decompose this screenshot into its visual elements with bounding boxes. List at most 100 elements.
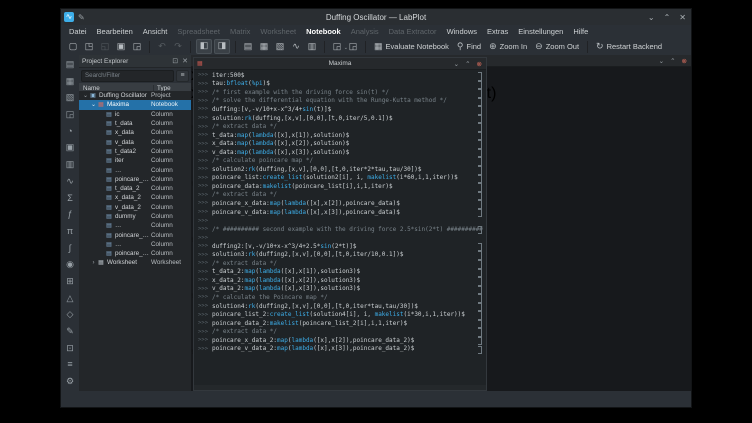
zoom-out-button[interactable]: ⊖ Zoom Out (535, 41, 579, 52)
code-line[interactable]: >>>/* first example with the driving for… (194, 88, 486, 98)
new-worksheet-icon[interactable]: ▧ (273, 40, 287, 53)
tree-expander-icon[interactable]: › (90, 260, 97, 266)
code-line[interactable]: >>>/* ########## second example with the… (194, 225, 486, 235)
datapicker-icon[interactable]: ◔ (64, 125, 77, 138)
menu-extras[interactable]: Extras (482, 27, 513, 36)
worksheet-maximize-button[interactable]: ⌃ (670, 57, 675, 65)
notebook-minimize-button[interactable]: ⌄ (454, 60, 459, 68)
settings-icon[interactable]: ⚙ (64, 375, 77, 388)
menu-notebook[interactable]: Notebook (301, 27, 346, 36)
code-line[interactable]: >>> duffing2:[v,-v/10+x-x^3/4+2.5*sin(2*t… (194, 242, 486, 252)
tree-expander-icon[interactable]: ⌄ (82, 92, 89, 99)
close-panel-icon[interactable]: ✕ (182, 57, 188, 65)
tree-item-dummy[interactable]: ▤ dummy Column (79, 212, 191, 221)
menu-windows[interactable]: Windows (442, 27, 482, 36)
curve-icon[interactable]: ∿ (64, 175, 77, 188)
box-icon[interactable]: ⊡ (64, 342, 77, 355)
code-line[interactable]: >>> poincare_v_data_2:map(lambda([x],x[3]… (194, 345, 486, 354)
maximize-button[interactable]: ⌃ (664, 13, 671, 22)
code-line[interactable]: >>>/* extract data */ (194, 122, 486, 132)
code-line[interactable]: >>>/* extract data */ (194, 327, 486, 337)
triangle-icon[interactable]: △ (64, 292, 77, 305)
tree-item-v-data[interactable]: ▤ v_data Column (79, 137, 191, 146)
notebook-icon[interactable]: ◲ (64, 108, 77, 121)
new-project-icon[interactable]: ▢ (66, 40, 80, 53)
code-line[interactable]: >>> x_data_2:map(lambda([x],x[2]),solutio… (194, 276, 486, 286)
new-spreadsheet-icon[interactable]: ▤ (241, 40, 255, 53)
find-button[interactable]: ⚲ Find (457, 41, 481, 52)
tree-item-t-data[interactable]: ▤ t_data Column (79, 119, 191, 128)
search-input[interactable] (81, 69, 174, 82)
export-icon[interactable]: ◲ (130, 40, 144, 53)
tree-item-ic[interactable]: ▤ ic Column (79, 110, 191, 119)
float-panel-icon[interactable]: ⊡ (172, 57, 178, 65)
open-project-icon[interactable]: ◳ (82, 40, 96, 53)
notebook-hscrollbar-thumb[interactable] (196, 386, 270, 389)
new-note-icon[interactable]: ▥ (305, 40, 319, 53)
tree-expander-icon[interactable]: ⌄ (90, 101, 97, 108)
notebook-close-button[interactable]: ⊗ (477, 60, 482, 68)
worksheet-icon[interactable]: ▧ (64, 91, 77, 104)
code-line[interactable]: >>>/* calculate poincare map */ (194, 156, 486, 166)
menu-einstellungen[interactable]: Einstellungen (513, 27, 568, 36)
integral-icon[interactable]: ∫ (64, 242, 77, 255)
point-icon[interactable]: ◉ (64, 258, 77, 271)
code-line[interactable]: >>> solution4:rk(duffing2,[x,v],[0,0],[t,… (194, 302, 486, 312)
diamond-icon[interactable]: ◇ (64, 308, 77, 321)
new-plot-icon[interactable]: ∿ (289, 40, 303, 53)
code-line[interactable]: >>>/* solve the differential equation wi… (194, 97, 486, 107)
menu-datei[interactable]: Datei (64, 27, 92, 36)
folder-icon[interactable]: ▣ (64, 141, 77, 154)
tree-item-iter[interactable]: ▤ iter Column (79, 156, 191, 165)
spreadsheet-icon[interactable]: ▤ (64, 58, 77, 71)
function-icon[interactable]: ƒ (64, 208, 77, 221)
tree-item-poincare-v-data2[interactable]: ▤poincare_v_data2Column (79, 175, 191, 184)
code-line[interactable]: >>> t_data_2:map(lambda([x],x[1]),solutio… (194, 268, 486, 278)
zoom-in-button[interactable]: ⊕ Zoom In (489, 41, 527, 52)
toggle-project-explorer-icon[interactable]: ◧ (196, 39, 212, 54)
tree-item-x-data-2[interactable]: ▤ x_data_2 Column (79, 193, 191, 202)
code-line[interactable]: >>> solution2:rk(duffing,[x,v],[0,0],[t,0… (194, 165, 486, 175)
note-icon[interactable]: ▥ (64, 158, 77, 171)
evaluate-notebook-button[interactable]: ▦ Evaluate Notebook (374, 41, 449, 52)
code-line[interactable]: >>> poincare_data:makelist(poincare_list[… (194, 182, 486, 192)
code-line[interactable]: >>> (194, 233, 486, 242)
notebook-hscrollbar[interactable] (194, 385, 486, 390)
print-icon[interactable]: ▣ (114, 40, 128, 53)
tree-item-poincare-v-data[interactable]: ▤poincare_v_dataColumn (79, 230, 191, 239)
tree-item-x-data[interactable]: ▤ x_data Column (79, 128, 191, 137)
minimize-button[interactable]: ⌄ (648, 13, 655, 22)
tree-item-worksheet[interactable]: › ▦ Worksheet Worksheet (79, 258, 191, 267)
tree-item--[interactable]: ▤… Column (79, 240, 191, 249)
pi-icon[interactable]: π (64, 225, 77, 238)
tree-item-t-data-2[interactable]: ▤ t_data_2 Column (79, 184, 191, 193)
code-line[interactable]: >>> poincare_x_data:map(lambda([x],x[2]),… (194, 199, 486, 209)
list-icon[interactable]: ≡ (64, 358, 77, 371)
notebook-maximize-button[interactable]: ⌃ (465, 60, 470, 68)
sum-icon[interactable]: Σ (64, 192, 77, 205)
menu-ansicht[interactable]: Ansicht (138, 27, 173, 36)
code-line[interactable]: >>> poincare_x_data_2:map(lambda([x],x[2]… (194, 336, 486, 346)
restart-backend-button[interactable]: ↻ Restart Backend (596, 41, 662, 52)
toggle-properties-icon[interactable]: ◨ (214, 39, 230, 54)
grid-icon[interactable]: ⊞ (64, 275, 77, 288)
code-line[interactable]: >>> poincare_list:create_list(solution2[i… (194, 174, 486, 184)
notebook-icon[interactable]: ◲ (346, 40, 360, 53)
close-button[interactable]: ✕ (679, 13, 686, 22)
filter-options-button[interactable]: ≡ (176, 69, 189, 82)
tree-item--[interactable]: ▤… Column (79, 165, 191, 174)
code-line[interactable]: >>> (194, 216, 486, 225)
tree-item--[interactable]: ▤… Column (79, 221, 191, 230)
code-line[interactable]: >>> poincare_list_2:create_list(solution4… (194, 310, 486, 320)
code-line[interactable]: >>>/* calculate the Poincare map */ (194, 293, 486, 303)
code-line[interactable]: >>> v_data:map(lambda([x],x[3]),solution)… (194, 148, 486, 158)
code-line[interactable]: >>> iter:500$ (194, 71, 486, 81)
worksheet-close-button[interactable]: ⊗ (682, 57, 687, 65)
code-line[interactable]: >>> duffing:[v,-v/10+x-x^3/4+sin(t)]$ (194, 105, 486, 115)
tree-item-v-data-2[interactable]: ▤ v_data_2 Column (79, 203, 191, 212)
menu-hilfe[interactable]: Hilfe (568, 27, 593, 36)
code-line[interactable]: >>> solution3:rk(duffing2,[x,v],[0,0],[t,… (194, 250, 486, 260)
code-line[interactable]: >>> poincare_data_2:makelist(poincare_lis… (194, 319, 486, 329)
code-line[interactable]: >>> poincare_v_data:map(lambda([x],x[3]),… (194, 208, 486, 218)
code-line[interactable]: >>> x_data:map(lambda([x],x[2]),solution)… (194, 139, 486, 149)
